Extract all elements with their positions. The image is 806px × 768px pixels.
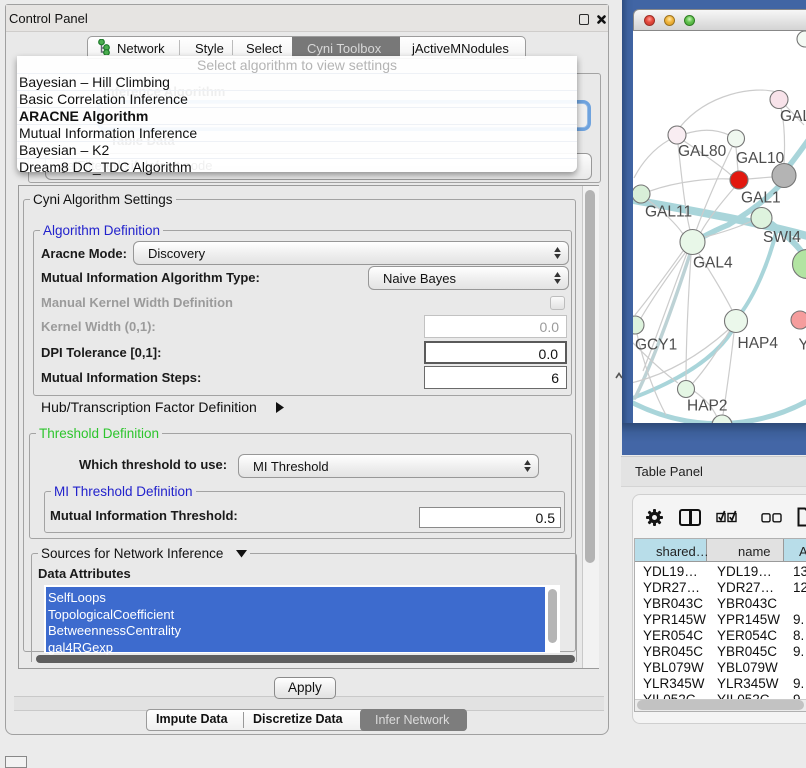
svg-text:Y: Y	[799, 337, 806, 354]
svg-text:GAL10: GAL10	[736, 150, 785, 167]
svg-text:GAL: GAL	[780, 108, 806, 125]
svg-text:HAP2: HAP2	[687, 398, 728, 415]
svg-text:GAL80: GAL80	[678, 143, 727, 160]
svg-text:GAL11: GAL11	[645, 204, 692, 221]
svg-text:GCY1: GCY1	[635, 337, 677, 354]
svg-text:SWI4: SWI4	[763, 229, 801, 246]
svg-text:HAP4: HAP4	[738, 335, 779, 352]
svg-text:GAL1: GAL1	[741, 190, 781, 207]
svg-text:GAL4: GAL4	[693, 255, 733, 272]
